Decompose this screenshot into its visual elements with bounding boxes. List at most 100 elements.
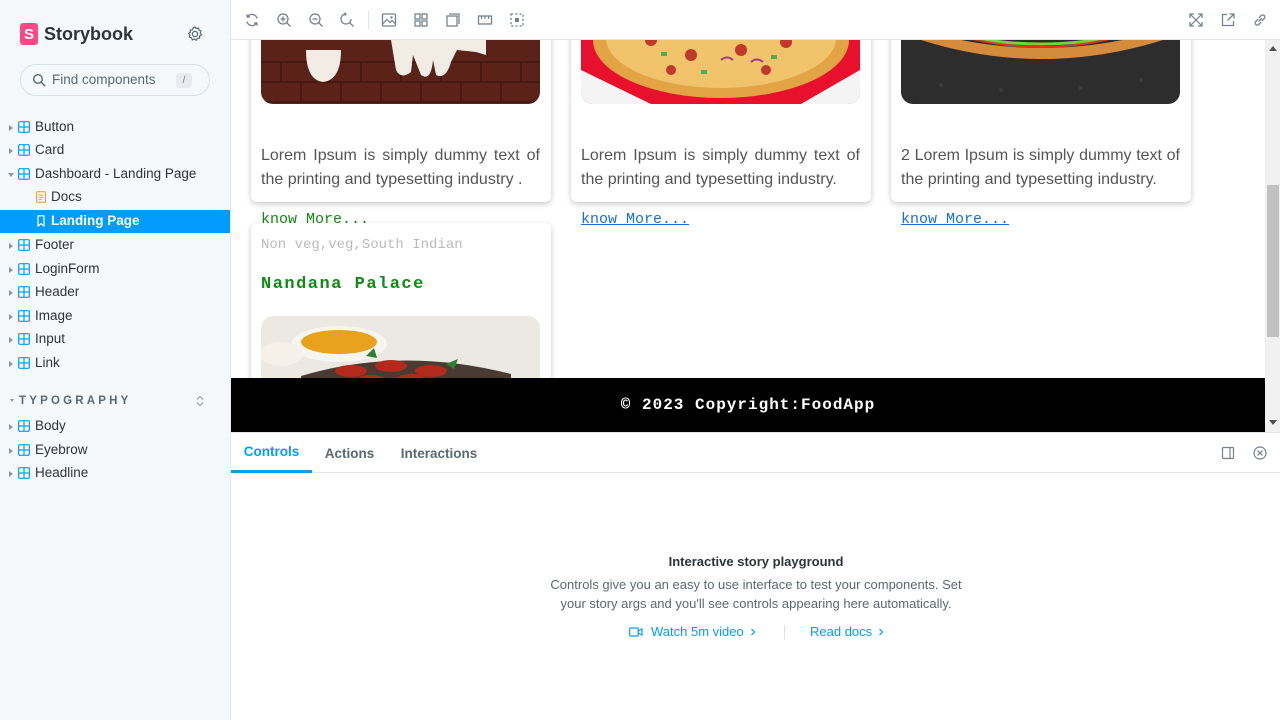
tab-label: Controls (243, 444, 300, 459)
component-icon (18, 420, 30, 432)
storybook-logo-icon: S (20, 23, 38, 45)
sidebar-item-body[interactable]: Body (0, 415, 230, 438)
grid-icon[interactable] (413, 12, 429, 28)
link-divider (784, 625, 785, 640)
zoom-in-icon[interactable] (276, 12, 292, 28)
scroll-down-arrow-icon[interactable] (1269, 420, 1277, 425)
component-icon (18, 444, 30, 456)
scrollbar-thumb[interactable] (1267, 185, 1279, 337)
search-placeholder: Find components (52, 72, 156, 87)
footer-copyright: © 2023 Copyright:FoodApp (620, 396, 876, 414)
caret-right-icon (9, 267, 13, 273)
sidebar: S Storybook Find components / Button Car… (0, 0, 230, 720)
sidebar-item-landing-page[interactable]: Landing Page (0, 210, 230, 233)
empty-state-title: Interactive story playground (668, 554, 844, 569)
caret-right-icon (9, 337, 13, 343)
open-new-tab-icon[interactable] (1220, 12, 1236, 28)
caret-right-icon (9, 314, 13, 320)
search-input[interactable]: Find components / (20, 64, 210, 96)
expand-collapse-icon[interactable] (195, 395, 205, 407)
sidebar-item-label: Body (35, 418, 66, 433)
scrollbar[interactable] (1265, 40, 1280, 432)
caret-down-icon[interactable] (10, 399, 14, 402)
card-description: Lorem Ipsum is simply dummy text of the … (261, 147, 540, 188)
sidebar-item-input[interactable]: Input (0, 328, 230, 351)
ruler-icon[interactable] (477, 12, 493, 28)
food-card: 2 Lorem Ipsum is simply dummy text of th… (891, 40, 1191, 228)
caret-right-icon (9, 448, 13, 454)
component-icon (18, 121, 30, 133)
sidebar-item-header[interactable]: Header (0, 281, 230, 304)
card-description: Lorem Ipsum is simply dummy text of the … (581, 147, 860, 188)
caret-right-icon (9, 471, 13, 477)
outline-icon[interactable] (509, 12, 525, 28)
food-card: Lorem Ipsum is simply dummy text of the … (251, 40, 551, 228)
sidebar-item-image[interactable]: Image (0, 305, 230, 328)
panel-orientation-icon[interactable] (1221, 446, 1235, 460)
sidebar-item-footer[interactable]: Footer (0, 234, 230, 257)
know-more-link[interactable]: know More... (581, 211, 689, 228)
component-icon (18, 263, 30, 275)
sidebar-item-link[interactable]: Link (0, 352, 230, 375)
sidebar-item-label: Dashboard - Landing Page (35, 166, 197, 181)
empty-state-description: Controls give you an easy to use interfa… (550, 577, 962, 611)
viewport-icon[interactable] (445, 12, 461, 28)
reload-icon[interactable] (244, 12, 260, 28)
search-shortcut: / (176, 73, 192, 88)
component-icon (18, 239, 30, 251)
copy-link-icon[interactable] (1252, 12, 1268, 28)
addons-panel: Controls Actions Interactions Interactiv… (231, 432, 1280, 720)
sidebar-item-dashboard-landing-page[interactable]: Dashboard - Landing Page (0, 163, 230, 186)
restaurant-name: Nandana Palace (261, 275, 425, 294)
caret-down-icon (8, 173, 14, 177)
sidebar-item-eyebrow[interactable]: Eyebrow (0, 439, 230, 462)
watch-video-label: Watch 5m video (651, 624, 744, 639)
close-icon[interactable] (1253, 446, 1267, 460)
video-icon (629, 626, 643, 637)
search-icon (32, 73, 46, 87)
component-icon (18, 467, 30, 479)
card-description: 2 Lorem Ipsum is simply dummy text of th… (901, 147, 1180, 188)
story-preview: Lorem Ipsum is simply dummy text of the … (231, 40, 1280, 432)
tab-label: Interactions (400, 445, 478, 461)
caret-right-icon (9, 243, 13, 249)
background-image-icon[interactable] (381, 12, 397, 28)
brand-name: Storybook (44, 23, 134, 44)
caret-right-icon (9, 424, 13, 430)
component-icon (18, 357, 30, 369)
card-image (581, 40, 860, 104)
read-docs-label: Read docs (810, 624, 873, 639)
addons-tabs: Controls Actions Interactions (231, 433, 1280, 473)
bookmark-icon (37, 215, 45, 227)
zoom-out-icon[interactable] (308, 12, 324, 28)
sidebar-item-docs[interactable]: Docs (0, 186, 230, 209)
storybook-brand[interactable]: S Storybook (20, 23, 133, 45)
section-typography-title[interactable]: TYPOGRAPHY (19, 395, 132, 407)
tab-controls[interactable]: Controls (231, 433, 312, 473)
sidebar-item-button[interactable]: Button (0, 116, 230, 139)
toolbar (231, 0, 1280, 40)
tab-actions[interactable]: Actions (313, 433, 386, 473)
caret-right-icon (9, 361, 13, 367)
sidebar-item-headline[interactable]: Headline (0, 462, 230, 485)
sidebar-item-loginform[interactable]: LoginForm (0, 258, 230, 281)
read-docs-link[interactable]: Read docs (810, 624, 885, 639)
chevron-right-icon (879, 628, 884, 635)
gear-icon[interactable] (186, 25, 204, 43)
tab-interactions[interactable]: Interactions (394, 433, 484, 473)
chevron-right-icon (750, 628, 756, 635)
sidebar-item-label: Input (35, 331, 66, 346)
fullscreen-icon[interactable] (1188, 12, 1204, 28)
food-card: Lorem Ipsum is simply dummy text of the … (571, 40, 871, 228)
sidebar-item-label: Landing Page (51, 213, 140, 228)
sidebar-item-label: Docs (51, 189, 82, 204)
know-more-link[interactable]: know More... (901, 211, 1009, 228)
caret-right-icon (9, 148, 13, 154)
zoom-reset-icon[interactable] (339, 12, 355, 28)
sidebar-item-label: LoginForm (35, 261, 100, 276)
watch-video-link[interactable]: Watch 5m video (629, 624, 757, 639)
sidebar-item-label: Eyebrow (35, 442, 88, 457)
scroll-up-arrow-icon[interactable] (1269, 46, 1277, 51)
sidebar-item-label: Footer (35, 237, 75, 252)
sidebar-item-card[interactable]: Card (0, 139, 230, 162)
